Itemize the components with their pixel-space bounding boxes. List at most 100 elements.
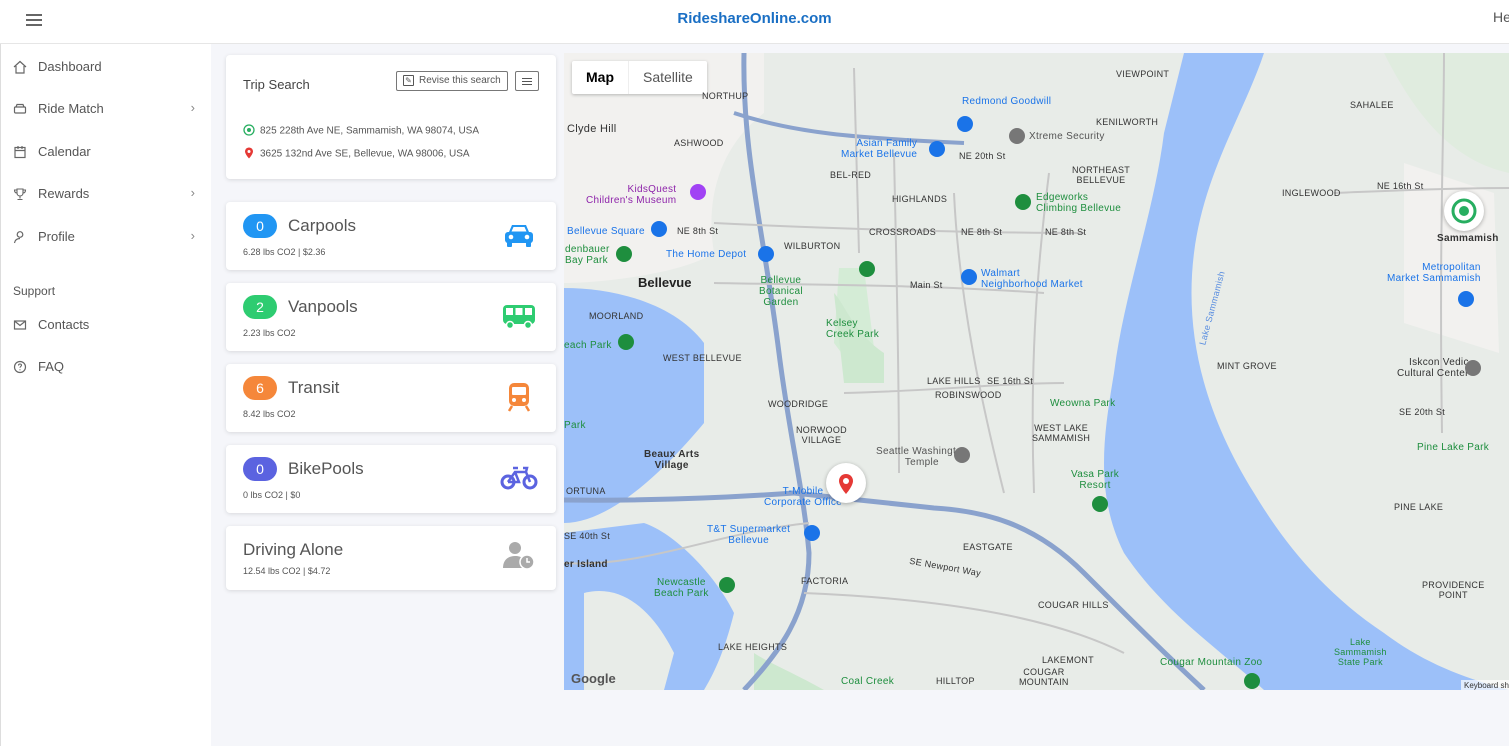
zoo-poi-icon[interactable] <box>1244 673 1260 689</box>
destination-map-marker[interactable] <box>826 463 866 503</box>
driving-alone-card[interactable]: Driving Alone 12.54 lbs CO2 | $4.72 <box>226 526 556 590</box>
map-label: denbauer Bay Park <box>565 244 610 266</box>
map-label: ORTUNA <box>566 486 606 496</box>
sidebar-item-faq[interactable]: FAQ <box>13 358 203 378</box>
sidebar-item-calendar[interactable]: Calendar <box>13 143 203 163</box>
sidebar-item-label: Profile <box>38 229 75 244</box>
map-label: VIEWPOINT <box>1116 69 1170 79</box>
origin-address: 825 228th Ave NE, Sammamish, WA 98074, U… <box>243 124 479 137</box>
map-label: Beaux Arts Village <box>644 449 700 471</box>
map-label: MINT GROVE <box>1217 361 1277 371</box>
chevron-right-icon: › <box>190 100 195 115</box>
map-label: each Park <box>564 340 612 351</box>
map-view[interactable]: Map Satellite VIEWPOINT SAHALEE NORTHUP … <box>564 53 1509 690</box>
map-label: er Island <box>564 559 608 570</box>
user-clock-icon <box>503 542 535 570</box>
park-poi-icon[interactable] <box>618 334 634 350</box>
sidebar-item-ride-match[interactable]: Ride Match › <box>13 100 203 120</box>
help-circle-icon <box>13 360 27 374</box>
map-label: Metropolitan Market Sammamish <box>1387 262 1481 284</box>
map-label: SE 16th St <box>987 376 1034 386</box>
transit-stats: 8.42 lbs CO2 <box>243 409 296 419</box>
map-label: SE 40th St <box>564 531 611 541</box>
temple-poi-icon[interactable] <box>1465 360 1481 376</box>
filter-settings-button[interactable] <box>515 71 539 91</box>
edit-icon: ✎ <box>403 75 414 86</box>
revise-search-label: Revise this search <box>419 75 501 86</box>
home-icon <box>13 60 27 74</box>
mode-card-transit[interactable]: 6 Transit 8.42 lbs CO2 <box>226 364 556 432</box>
map-label: WOODRIDGE <box>768 399 829 409</box>
mode-card-vanpools[interactable]: 2 Vanpools 2.23 lbs CO2 <box>226 283 556 351</box>
map-type-map-button[interactable]: Map <box>572 61 629 94</box>
sidebar-item-profile[interactable]: Profile › <box>13 228 203 248</box>
map-label: SE 20th St <box>1399 407 1446 417</box>
trophy-icon <box>13 187 27 201</box>
map-label: Xtreme Security <box>1029 131 1105 142</box>
map-label: Coal Creek <box>841 676 895 687</box>
park-poi-icon[interactable] <box>719 577 735 593</box>
park-poi-icon[interactable] <box>616 246 632 262</box>
shopping-poi-icon[interactable] <box>1458 291 1474 307</box>
origin-map-marker[interactable] <box>1444 191 1484 231</box>
revise-search-button[interactable]: ✎ Revise this search <box>396 71 508 91</box>
map-label: LAKE HILLS <box>927 376 981 386</box>
map-type-satellite-button[interactable]: Satellite <box>629 61 707 94</box>
destination-pin-icon <box>243 147 255 159</box>
museum-poi-icon[interactable] <box>690 184 706 200</box>
carpools-stats: 6.28 lbs CO2 | $2.36 <box>243 247 326 257</box>
transit-title: Transit <box>288 378 340 397</box>
security-poi-icon[interactable] <box>1009 128 1025 144</box>
map-label: Vasa Park Resort <box>1071 469 1120 491</box>
map-label: WEST LAKE SAMMAMISH <box>1032 423 1091 443</box>
origin-marker-icon <box>1451 198 1477 224</box>
shopping-poi-icon[interactable] <box>651 221 667 237</box>
sidebar-item-contacts[interactable]: Contacts <box>13 316 203 336</box>
map-label: COUGAR MOUNTAIN <box>1019 667 1069 687</box>
chevron-right-icon: › <box>190 185 195 200</box>
shopping-poi-icon[interactable] <box>758 246 774 262</box>
header-right-text[interactable]: He <box>1493 9 1509 25</box>
train-icon <box>507 383 531 412</box>
map-label: FACTORIA <box>801 576 849 586</box>
map-label: Newcastle Beach Park <box>654 577 709 599</box>
shopping-poi-icon[interactable] <box>804 525 820 541</box>
sidebar-item-label: Rewards <box>38 186 90 201</box>
sidebar-item-rewards[interactable]: Rewards › <box>13 185 203 205</box>
destination-text: 3625 132nd Ave SE, Bellevue, WA 98006, U… <box>260 148 470 160</box>
map-label: Main St <box>910 280 943 290</box>
map-label: Sammamish <box>1437 233 1499 244</box>
mail-icon <box>13 318 27 332</box>
map-label: ROBINSWOOD <box>935 390 1002 400</box>
map-label: Weowna Park <box>1050 398 1116 409</box>
map-label: LAKEMONT <box>1042 655 1094 665</box>
origin-marker-icon <box>243 124 255 136</box>
mode-card-carpools[interactable]: 0 Carpools 6.28 lbs CO2 | $2.36 <box>226 202 556 270</box>
temple-poi-icon[interactable] <box>954 447 970 463</box>
shopping-poi-icon[interactable] <box>961 269 977 285</box>
vanpools-count-badge: 2 <box>243 295 277 319</box>
shopping-poi-icon[interactable] <box>929 141 945 157</box>
sidebar-item-label: Dashboard <box>38 59 102 74</box>
map-label: WEST BELLEVUE <box>663 353 742 363</box>
park-poi-icon[interactable] <box>859 261 875 277</box>
user-icon <box>13 230 27 244</box>
map-label: NE 8th St <box>1045 227 1087 237</box>
vanpools-stats: 2.23 lbs CO2 <box>243 328 296 338</box>
sidebar-item-dashboard[interactable]: Dashboard <box>13 58 203 78</box>
park-poi-icon[interactable] <box>1092 496 1108 512</box>
map-label: WILBURTON <box>784 241 841 251</box>
map-label: The Home Depot <box>666 249 747 260</box>
map-label: INGLEWOOD <box>1282 188 1341 198</box>
keyboard-shortcuts-link[interactable]: Keyboard sho <box>1461 680 1509 690</box>
brand-title[interactable]: RideshareOnline.com <box>0 10 1509 27</box>
bikepools-stats: 0 lbs CO2 | $0 <box>243 490 301 500</box>
google-logo: Google <box>571 671 616 686</box>
map-type-toggle: Map Satellite <box>572 61 707 94</box>
map-label: PROVIDENCE POINT <box>1422 580 1485 600</box>
shopping-poi-icon[interactable] <box>957 116 973 132</box>
map-label: Bellevue <box>638 275 692 290</box>
climbing-poi-icon[interactable] <box>1015 194 1031 210</box>
mode-card-bikepools[interactable]: 0 BikePools 0 lbs CO2 | $0 <box>226 445 556 513</box>
destination-address: 3625 132nd Ave SE, Bellevue, WA 98006, U… <box>243 147 470 160</box>
